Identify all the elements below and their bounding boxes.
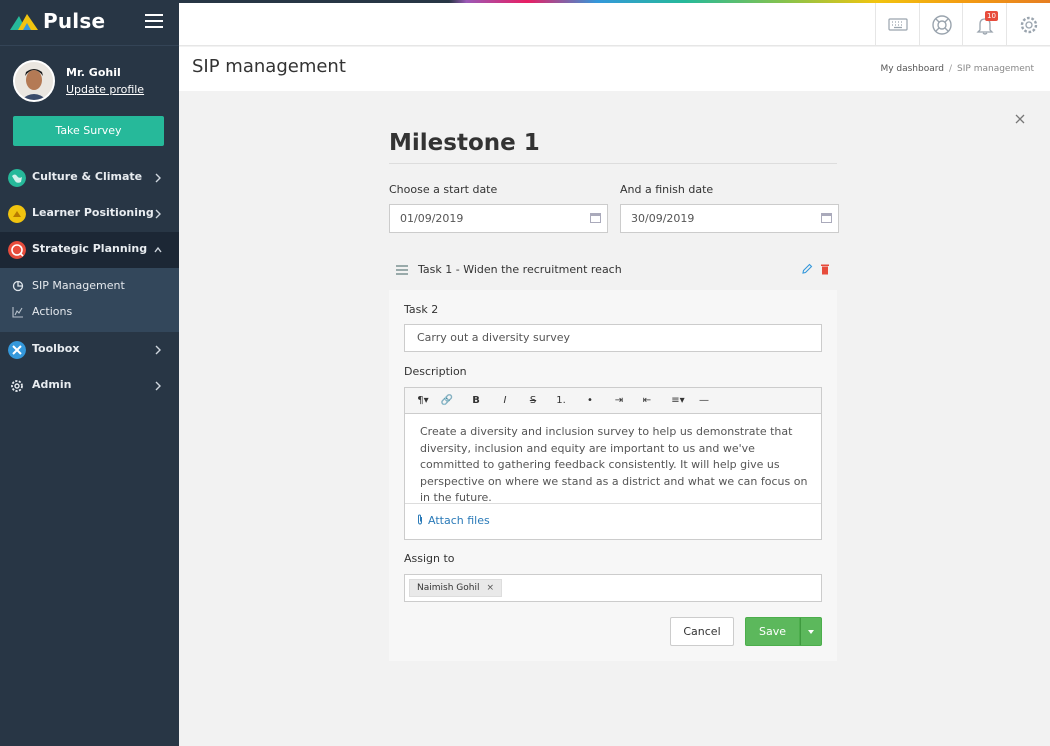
trash-icon[interactable] [820, 263, 830, 275]
breadcrumb-separator: / [949, 64, 953, 74]
task-number: Task 1 [418, 263, 453, 276]
breadcrumb-home-link[interactable]: My dashboard [880, 64, 944, 74]
horizontal-rule-button[interactable]: — [696, 393, 712, 409]
strikethrough-button[interactable]: S [526, 393, 540, 409]
attach-files-label: Attach files [428, 514, 490, 527]
task-row[interactable]: Task 1 - Widen the recruitment reach [389, 255, 837, 285]
help-button[interactable] [919, 3, 963, 46]
paperclip-icon [418, 514, 422, 525]
save-options-dropdown-icon[interactable] [800, 617, 822, 646]
bold-button[interactable]: B [469, 393, 483, 409]
chevron-up-icon [154, 246, 162, 253]
sidebar-item-strategic-planning[interactable]: Strategic Planning [0, 232, 179, 268]
task-name-input[interactable]: Carry out a diversity survey [404, 324, 822, 352]
brand-name: Pulse [43, 9, 106, 33]
chevron-right-icon [155, 173, 161, 183]
chevron-right-icon [155, 345, 161, 355]
ordered-list-button[interactable]: 1. [553, 393, 569, 409]
sidebar-item-label: Culture & Climate [32, 170, 143, 183]
settings-button[interactable] [1006, 3, 1050, 46]
divider [389, 163, 837, 164]
tools-icon [8, 341, 26, 359]
align-button[interactable]: ≡▾ [667, 393, 689, 409]
assignee-tag: Naimish Gohil × [409, 579, 503, 597]
avatar[interactable] [13, 60, 55, 102]
sidebar-item-label: Toolbox [32, 342, 80, 355]
description-text[interactable]: Create a diversity and inclusion survey … [420, 424, 810, 507]
close-icon[interactable] [1013, 112, 1027, 126]
learner-icon [8, 205, 26, 223]
take-survey-button[interactable]: Take Survey [13, 116, 164, 146]
finish-date-value: 30/09/2019 [631, 212, 695, 225]
sidebar-item-label: Admin [32, 378, 72, 391]
save-button[interactable]: Save [745, 617, 800, 646]
finish-date-field[interactable]: 30/09/2019 [620, 204, 839, 233]
keyboard-icon [888, 18, 908, 31]
task-title: Task 1 - Widen the recruitment reach [418, 263, 622, 276]
brand[interactable]: Pulse [0, 0, 179, 46]
cancel-button[interactable]: Cancel [670, 617, 734, 646]
gear-icon [11, 380, 23, 392]
italic-button[interactable]: I [498, 393, 512, 409]
rich-text-editor[interactable]: ¶▾ 🔗 B I S 1. • ⇥ ⇤ ≡▾ — Create a divers… [404, 387, 822, 540]
pulse-logo-icon [10, 14, 38, 30]
sidebar-subitem-label: SIP Management [32, 279, 125, 292]
chevron-right-icon [155, 209, 161, 219]
calendar-icon[interactable] [821, 213, 832, 223]
sidebar-item-toolbox[interactable]: Toolbox [0, 332, 179, 368]
start-date-field[interactable]: 01/09/2019 [389, 204, 608, 233]
finish-date-label: And a finish date [620, 183, 714, 196]
breadcrumb: My dashboard / SIP management [880, 64, 1034, 74]
sidebar-item-culture-climate[interactable]: Culture & Climate [0, 160, 179, 196]
sidebar-item-learner-positioning[interactable]: Learner Positioning [0, 196, 179, 232]
description-label: Description [404, 365, 467, 378]
page-header: SIP management My dashboard / SIP manageme… [179, 47, 1050, 91]
paragraph-format-button[interactable]: ¶▾ [413, 393, 433, 409]
topbar: 10 [179, 0, 1050, 46]
chevron-right-icon [155, 381, 161, 391]
keyboard-button[interactable] [875, 3, 919, 46]
drag-handle-icon[interactable] [396, 265, 408, 277]
line-chart-icon [12, 307, 23, 318]
notification-badge: 10 [985, 11, 998, 21]
user-name: Mr. Gohil [66, 66, 121, 79]
divider [405, 503, 821, 504]
page-title: SIP management [192, 56, 346, 77]
bullet-list-button[interactable]: • [582, 393, 598, 409]
sidebar: Pulse Mr. Gohil Update profile Take Surv… [0, 0, 179, 746]
task-name: - Widen the recruitment reach [452, 263, 622, 276]
sidebar-item-label: Learner Positioning [32, 206, 154, 219]
breadcrumb-current: SIP management [957, 64, 1034, 74]
assignee-select[interactable]: Naimish Gohil × [404, 574, 822, 602]
assign-label: Assign to [404, 552, 455, 565]
editor-toolbar: ¶▾ 🔗 B I S 1. • ⇥ ⇤ ≡▾ — [405, 388, 821, 414]
globe-icon [8, 169, 26, 187]
update-profile-link[interactable]: Update profile [66, 83, 144, 96]
notifications-button[interactable]: 10 [962, 3, 1006, 46]
link-button[interactable]: 🔗 [439, 393, 455, 409]
menu-toggle-icon[interactable] [145, 14, 163, 30]
task-name-value: Carry out a diversity survey [417, 331, 570, 344]
start-date-value: 01/09/2019 [400, 212, 464, 225]
start-date-label: Choose a start date [389, 183, 498, 196]
task-label: Task 2 [404, 303, 439, 316]
sidebar-item-admin[interactable]: Admin [0, 368, 179, 404]
assignee-name: Naimish Gohil [417, 583, 480, 593]
gear-icon [1020, 16, 1038, 34]
sidebar-subitem-label: Actions [32, 305, 73, 318]
remove-tag-icon[interactable]: × [486, 583, 494, 593]
pie-chart-icon [12, 280, 24, 292]
lifebuoy-icon [932, 15, 952, 35]
sidebar-subitem-actions[interactable]: Actions [0, 299, 179, 325]
target-icon [8, 241, 26, 259]
outdent-button[interactable]: ⇤ [639, 393, 655, 409]
sidebar-item-label: Strategic Planning [32, 242, 148, 255]
sidebar-subitem-sip-management[interactable]: SIP Management [0, 273, 179, 299]
pencil-icon[interactable] [801, 263, 813, 275]
indent-button[interactable]: ⇥ [611, 393, 627, 409]
attach-files-link[interactable]: Attach files [416, 514, 490, 527]
calendar-icon[interactable] [590, 213, 601, 223]
milestone-title: Milestone 1 [389, 130, 540, 156]
sidebar-submenu: SIP Management Actions [0, 268, 179, 332]
